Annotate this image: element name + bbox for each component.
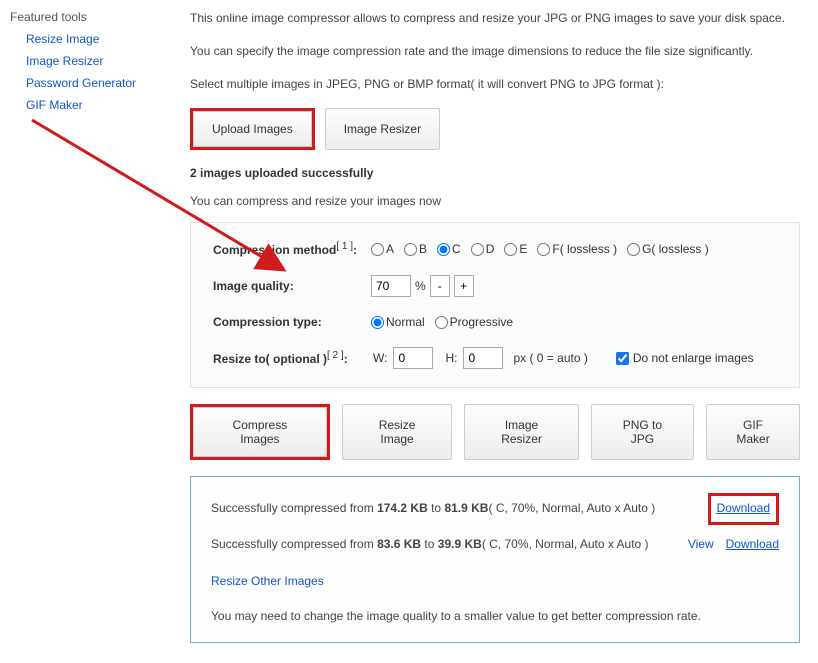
compression-type-label: Compression type: xyxy=(213,315,371,329)
result-actions-2: View Download xyxy=(688,535,779,554)
image-quality-controls: % - + xyxy=(371,275,474,297)
compression-method-options: A B C D E F( lossless ) G( lossless ) xyxy=(371,242,715,256)
resize-other-images-link[interactable]: Resize Other Images xyxy=(211,572,324,591)
compress-images-button[interactable]: Compress Images xyxy=(193,407,327,457)
intro-p1: This online image compressor allows to c… xyxy=(190,10,800,27)
result-line-2: Successfully compressed from 83.6 KB to … xyxy=(211,535,779,554)
method-f-radio[interactable] xyxy=(537,243,550,256)
png-to-jpg-button[interactable]: PNG to JPG xyxy=(591,404,694,460)
resize-to-controls: W: H: px ( 0 = auto ) Do not enlarge ima… xyxy=(371,347,754,369)
method-b-label: B xyxy=(419,242,427,256)
resize-to-row: Resize to( optional )[ 2 ]: W: H: px ( 0… xyxy=(213,347,777,369)
sidebar-item-password-generator[interactable]: Password Generator xyxy=(26,76,136,90)
result-text-1: Successfully compressed from 174.2 KB to… xyxy=(211,499,708,518)
main-content: This online image compressor allows to c… xyxy=(184,0,818,663)
intro-p2: You can specify the image compression ra… xyxy=(190,43,800,60)
method-e-radio[interactable] xyxy=(504,243,517,256)
height-label: H: xyxy=(445,351,457,365)
image-quality-label: Image quality: xyxy=(213,279,371,293)
do-not-enlarge-checkbox[interactable] xyxy=(616,352,629,365)
px-note: px ( 0 = auto ) xyxy=(513,351,587,365)
method-d-radio[interactable] xyxy=(471,243,484,256)
method-g-radio[interactable] xyxy=(627,243,640,256)
sidebar: Featured tools Resize Image Image Resize… xyxy=(0,0,184,663)
top-button-row: Upload Images Image Resizer xyxy=(190,108,800,150)
download-link-1[interactable]: Download xyxy=(717,501,770,515)
method-c-label: C xyxy=(452,242,461,256)
options-panel: Compression method[ 1 ]: A B C D E F( lo… xyxy=(190,222,800,388)
method-f-label: F( lossless ) xyxy=(552,242,617,256)
results-panel: Successfully compressed from 174.2 KB to… xyxy=(190,476,800,643)
method-g-label: G( lossless ) xyxy=(642,242,709,256)
method-c-radio[interactable] xyxy=(437,243,450,256)
resize-image-button[interactable]: Resize Image xyxy=(342,404,453,460)
type-normal-label: Normal xyxy=(386,315,425,329)
type-progressive-radio[interactable] xyxy=(435,316,448,329)
resize-to-label: Resize to( optional )[ 2 ]: xyxy=(213,350,371,366)
width-input[interactable] xyxy=(393,347,433,369)
action-button-row: Compress Images Resize Image Image Resiz… xyxy=(190,404,800,460)
result-line-1: Successfully compressed from 174.2 KB to… xyxy=(211,493,779,524)
height-input[interactable] xyxy=(463,347,503,369)
sidebar-list: Resize Image Image Resizer Password Gene… xyxy=(6,32,174,112)
download-highlight: Download xyxy=(708,493,779,524)
result-actions-1: Download xyxy=(708,493,779,524)
image-resizer-button-2[interactable]: Image Resizer xyxy=(464,404,578,460)
method-d-label: D xyxy=(486,242,495,256)
sidebar-item-resize-image[interactable]: Resize Image xyxy=(26,32,99,46)
method-a-radio[interactable] xyxy=(371,243,384,256)
compression-method-row: Compression method[ 1 ]: A B C D E F( lo… xyxy=(213,241,777,257)
compression-type-row: Compression type: Normal Progressive xyxy=(213,315,777,329)
hint-text: You can compress and resize your images … xyxy=(190,194,800,208)
view-link-2[interactable]: View xyxy=(688,535,714,554)
method-a-label: A xyxy=(386,242,394,256)
width-label: W: xyxy=(373,351,387,365)
sidebar-title: Featured tools xyxy=(6,10,174,24)
compression-note: You may need to change the image quality… xyxy=(211,607,779,626)
quality-minus-button[interactable]: - xyxy=(430,275,450,297)
type-normal-radio[interactable] xyxy=(371,316,384,329)
quality-input[interactable] xyxy=(371,275,411,297)
sidebar-item-gif-maker[interactable]: GIF Maker xyxy=(26,98,83,112)
intro-p3: Select multiple images in JPEG, PNG or B… xyxy=(190,76,800,93)
method-e-label: E xyxy=(519,242,527,256)
download-link-2[interactable]: Download xyxy=(726,535,779,554)
image-quality-row: Image quality: % - + xyxy=(213,275,777,297)
sidebar-item-image-resizer[interactable]: Image Resizer xyxy=(26,54,103,68)
method-b-radio[interactable] xyxy=(404,243,417,256)
upload-status: 2 images uploaded successfully xyxy=(190,166,800,180)
gif-maker-button[interactable]: GIF Maker xyxy=(706,404,800,460)
percent-label: % xyxy=(415,279,426,293)
compress-highlight: Compress Images xyxy=(190,404,330,460)
do-not-enlarge-label: Do not enlarge images xyxy=(633,351,754,365)
result-text-2: Successfully compressed from 83.6 KB to … xyxy=(211,535,688,554)
image-resizer-button[interactable]: Image Resizer xyxy=(325,108,440,150)
upload-highlight: Upload Images xyxy=(190,108,315,150)
upload-images-button[interactable]: Upload Images xyxy=(193,111,312,147)
type-progressive-label: Progressive xyxy=(450,315,513,329)
compression-method-label: Compression method[ 1 ]: xyxy=(213,241,371,257)
compression-type-options: Normal Progressive xyxy=(371,315,519,329)
quality-plus-button[interactable]: + xyxy=(454,275,474,297)
